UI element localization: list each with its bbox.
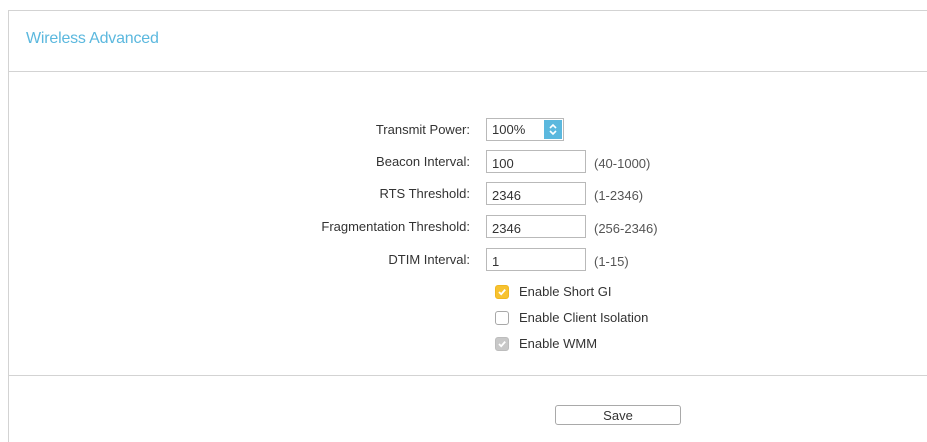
checkmark-icon — [498, 289, 506, 296]
transmit-power-row: Transmit Power: 100% — [9, 118, 927, 144]
rts-threshold-hint: (1-2346) — [594, 188, 644, 203]
beacon-interval-label: Beacon Interval: — [376, 154, 470, 169]
footer-divider — [9, 375, 927, 376]
dtim-interval-input[interactable] — [486, 248, 586, 271]
fragmentation-threshold-hint: (256-2346) — [594, 221, 658, 236]
dtim-interval-row: DTIM Interval: (1-15) — [9, 248, 927, 274]
checkmark-icon — [498, 341, 506, 348]
wireless-advanced-panel: Wireless Advanced Transmit Power: 100% B… — [8, 10, 927, 442]
short-gi-label: Enable Short GI — [519, 284, 612, 299]
rts-threshold-label: RTS Threshold: — [379, 186, 470, 201]
dtim-interval-hint: (1-15) — [594, 254, 629, 269]
transmit-power-label: Transmit Power: — [375, 122, 470, 137]
wmm-label: Enable WMM — [519, 336, 598, 351]
beacon-interval-input[interactable] — [486, 150, 586, 173]
fragmentation-threshold-label: Fragmentation Threshold: — [321, 219, 470, 234]
fragmentation-threshold-input[interactable] — [486, 215, 586, 238]
short-gi-checkbox[interactable] — [495, 285, 509, 299]
wmm-checkbox — [495, 337, 509, 351]
fragmentation-threshold-row: Fragmentation Threshold: (256-2346) — [9, 215, 927, 241]
transmit-power-select[interactable]: 100% — [486, 118, 564, 141]
client-isolation-checkbox[interactable] — [495, 311, 509, 325]
dtim-interval-label: DTIM Interval: — [388, 252, 470, 267]
header-divider — [9, 71, 927, 72]
rts-threshold-input[interactable] — [486, 182, 586, 205]
panel-title: Wireless Advanced — [26, 30, 159, 47]
client-isolation-label: Enable Client Isolation — [519, 310, 649, 325]
transmit-power-value: 100% — [492, 122, 526, 137]
rts-threshold-row: RTS Threshold: (1-2346) — [9, 182, 927, 208]
save-button[interactable]: Save — [555, 405, 681, 425]
up-down-arrows-icon[interactable] — [544, 120, 562, 139]
beacon-interval-hint: (40-1000) — [594, 156, 651, 171]
beacon-interval-row: Beacon Interval: (40-1000) — [9, 150, 927, 176]
